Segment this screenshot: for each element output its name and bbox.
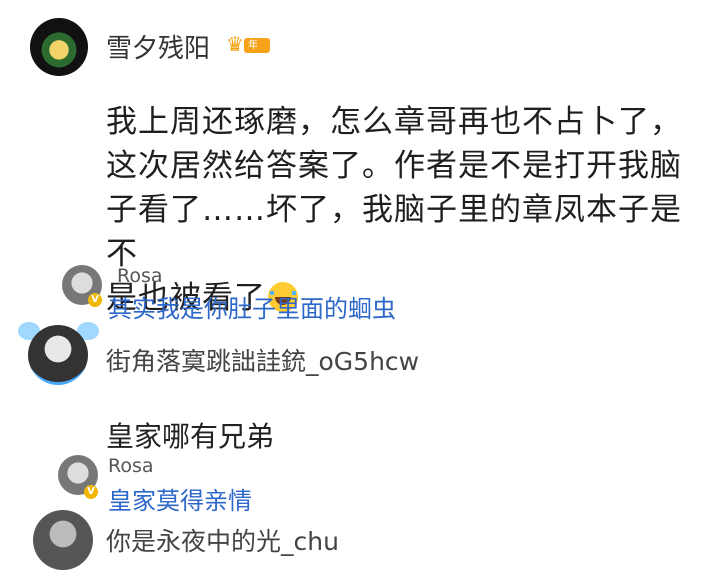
comment-text: 皇家哪有兄弟 — [106, 420, 275, 453]
comment-line: 我上周还琢磨，怎么章哥再也不占卜了， — [106, 104, 682, 140]
reply-text[interactable]: 皇家莫得亲情 — [108, 481, 252, 516]
verified-icon: V — [88, 293, 102, 307]
username[interactable]: 你是永夜中的光_chu — [106, 522, 339, 558]
user-avatar[interactable] — [30, 18, 88, 76]
comment-line: 这次居然给答案了。作者是不是打开我脑 — [106, 148, 682, 184]
comment-line: 子看了……坏了，我脑子里的章凤本子是不 — [106, 192, 682, 272]
vip-badge: ♛ 年费 — [226, 33, 270, 66]
comment-text: 我上周还琢磨，怎么章哥再也不占卜了， 这次居然给答案了。作者是不是打开我脑 子看… — [106, 100, 696, 320]
username[interactable]: 街角落寞跳詘詿銃_oG5hcw — [106, 342, 419, 378]
username[interactable]: 雪夕残阳 — [106, 28, 210, 65]
reply-username[interactable]: Rosa — [108, 455, 154, 477]
reply-text[interactable]: 其实我是你肚子里面的蛔虫 — [108, 289, 396, 324]
verified-icon: V — [84, 485, 98, 499]
user-avatar[interactable] — [28, 325, 88, 385]
vip-label: 年费 — [244, 38, 270, 66]
reply-username[interactable]: Rosa — [117, 265, 163, 287]
user-avatar[interactable] — [33, 510, 93, 570]
